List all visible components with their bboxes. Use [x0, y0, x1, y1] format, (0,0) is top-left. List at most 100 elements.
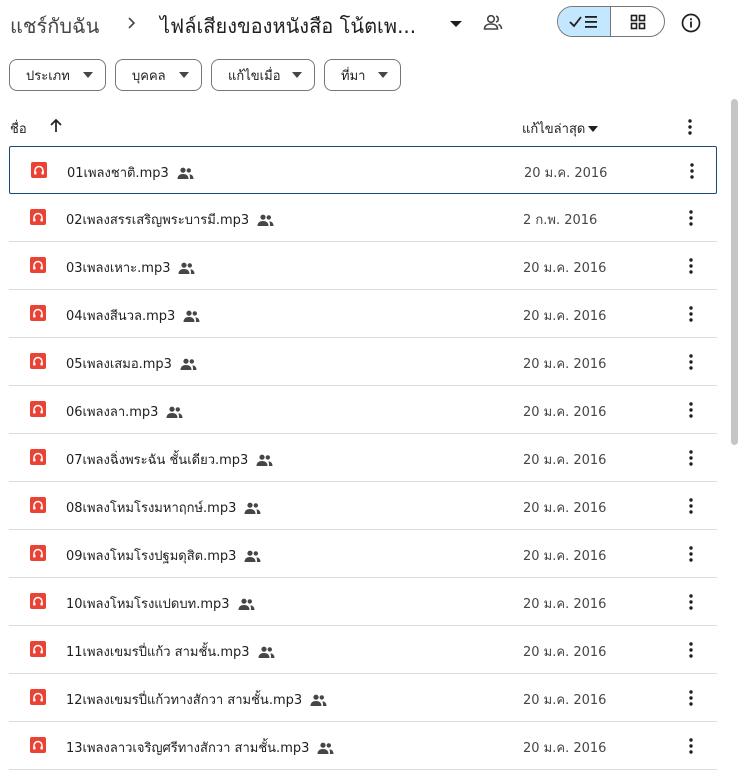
caret-down-icon — [292, 72, 302, 78]
file-row[interactable]: 07เพลงฉิ่งพระฉัน ชั้นเดียว.mp3 20 ม.ค. 20… — [9, 434, 717, 482]
file-name: 13เพลงลาวเจริญศรีทางสักวา สามชั้น.mp3 — [66, 741, 310, 756]
file-name-cell: 13เพลงลาวเจริญศรีทางสักวา สามชั้น.mp3 — [66, 737, 334, 758]
file-modified-date: 20 ม.ค. 2016 — [523, 501, 607, 516]
filter-people-chip[interactable]: บุคคล — [115, 59, 202, 91]
grid-view-button[interactable] — [611, 7, 664, 36]
column-header-name[interactable]: ชื่อ — [10, 118, 27, 139]
header: แชร์กับฉัน ไฟล์เสียงของหนังสือ โน้ตเพ... — [0, 0, 745, 50]
filter-source-chip[interactable]: ที่มา — [324, 59, 401, 91]
more-vert-icon[interactable] — [681, 255, 701, 277]
file-name-cell: 10เพลงโหมโรงแปดบท.mp3 — [66, 593, 255, 614]
file-name-cell: 11เพลงเขมรปี่แก้ว สามชั้น.mp3 — [66, 641, 275, 662]
audio-file-icon — [30, 305, 46, 321]
file-name: 12เพลงเขมรปี่แก้วทางสักวา สามชั้น.mp3 — [66, 693, 303, 708]
list-view-button[interactable] — [558, 7, 612, 36]
people-icon — [166, 406, 183, 418]
file-name: 02เพลงสรรเสริญพระบารมี.mp3 — [66, 213, 250, 228]
file-name: 10เพลงโหมโรงแปดบท.mp3 — [66, 597, 230, 612]
file-name: 09เพลงโหมโรงปฐมดุสิต.mp3 — [66, 549, 237, 564]
file-row[interactable]: 11เพลงเขมรปี่แก้ว สามชั้น.mp3 20 ม.ค. 201… — [9, 626, 717, 674]
file-modified-date: 20 ม.ค. 2016 — [523, 453, 607, 468]
file-row[interactable]: 04เพลงสีนวล.mp3 20 ม.ค. 2016 — [9, 290, 717, 338]
file-name-cell: 06เพลงลา.mp3 — [66, 401, 183, 422]
file-name: 01เพลงชาติ.mp3 — [67, 166, 169, 181]
caret-down-icon — [179, 72, 189, 78]
file-row[interactable]: 12เพลงเขมรปี่แก้วทางสักวา สามชั้น.mp3 20 … — [9, 674, 717, 722]
arrow-up-icon[interactable] — [46, 116, 66, 136]
file-row[interactable]: 01เพลงชาติ.mp3 20 ม.ค. 2016 — [9, 146, 717, 194]
filter-type-label: ประเภท — [26, 68, 70, 84]
file-name: 03เพลงเหาะ.mp3 — [66, 261, 171, 276]
more-vert-icon[interactable] — [681, 735, 701, 757]
file-row[interactable]: 03เพลงเหาะ.mp3 20 ม.ค. 2016 — [9, 242, 717, 290]
breadcrumb-current-folder[interactable]: ไฟล์เสียงของหนังสือ โน้ตเพ... — [160, 10, 416, 42]
more-vert-icon[interactable] — [681, 543, 701, 565]
column-header-modified[interactable]: แก้ไขล่าสุด — [522, 118, 599, 139]
audio-file-icon — [30, 593, 46, 609]
breadcrumb-shared-with-me[interactable]: แชร์กับฉัน — [8, 10, 101, 42]
check-list-icon — [569, 15, 597, 28]
file-modified-date: 2 ก.พ. 2016 — [523, 213, 598, 228]
file-modified-date: 20 ม.ค. 2016 — [523, 645, 607, 660]
filter-type-chip[interactable]: ประเภท — [9, 59, 106, 91]
caret-down-icon — [83, 72, 93, 78]
more-vert-icon[interactable] — [681, 351, 701, 373]
file-modified-date: 20 ม.ค. 2016 — [523, 261, 607, 276]
filter-modified-label: แก้ไขเมื่อ — [228, 68, 281, 84]
file-row[interactable]: 10เพลงโหมโรงแปดบท.mp3 20 ม.ค. 2016 — [9, 578, 717, 626]
filter-modified-chip[interactable]: แก้ไขเมื่อ — [211, 59, 315, 91]
people-icon — [310, 694, 327, 706]
more-vert-icon[interactable] — [680, 116, 700, 138]
audio-file-icon — [31, 162, 47, 178]
more-vert-icon[interactable] — [681, 447, 701, 469]
filter-source-label: ที่มา — [341, 68, 366, 84]
audio-file-icon — [30, 545, 46, 561]
file-modified-date: 20 ม.ค. 2016 — [523, 357, 607, 372]
audio-file-icon — [30, 449, 46, 465]
more-vert-icon[interactable] — [681, 687, 701, 709]
file-name-cell: 07เพลงฉิ่งพระฉัน ชั้นเดียว.mp3 — [66, 449, 273, 470]
more-vert-icon[interactable] — [682, 160, 702, 182]
more-vert-icon[interactable] — [681, 399, 701, 421]
more-vert-icon[interactable] — [681, 495, 701, 517]
file-row[interactable]: 13เพลงลาวเจริญศรีทางสักวา สามชั้น.mp3 20 … — [9, 722, 717, 770]
file-modified-date: 20 ม.ค. 2016 — [523, 549, 607, 564]
file-name-cell: 03เพลงเหาะ.mp3 — [66, 257, 195, 278]
file-name-cell: 05เพลงเสมอ.mp3 — [66, 353, 197, 374]
caret-down-icon[interactable] — [446, 12, 466, 34]
file-modified-date: 20 ม.ค. 2016 — [523, 741, 607, 756]
caret-down-icon — [378, 72, 388, 78]
view-toggle — [557, 6, 665, 37]
people-icon — [238, 598, 255, 610]
info-icon[interactable] — [679, 11, 703, 35]
file-modified-date: 20 ม.ค. 2016 — [524, 166, 608, 181]
people-icon — [256, 454, 273, 466]
people-icon — [183, 310, 200, 322]
file-row[interactable]: 08เพลงโหมโรงมหาฤกษ์.mp3 20 ม.ค. 2016 — [9, 482, 717, 530]
file-name-cell: 09เพลงโหมโรงปฐมดุสิต.mp3 — [66, 545, 261, 566]
people-icon[interactable] — [482, 12, 504, 34]
file-modified-date: 20 ม.ค. 2016 — [523, 597, 607, 612]
more-vert-icon[interactable] — [681, 639, 701, 661]
file-row[interactable]: 02เพลงสรรเสริญพระบารมี.mp3 2 ก.พ. 2016 — [9, 194, 717, 242]
file-row[interactable]: 09เพลงโหมโรงปฐมดุสิต.mp3 20 ม.ค. 2016 — [9, 530, 717, 578]
people-icon — [177, 167, 194, 179]
file-name: 07เพลงฉิ่งพระฉัน ชั้นเดียว.mp3 — [66, 453, 249, 468]
people-icon — [178, 262, 195, 274]
file-modified-date: 20 ม.ค. 2016 — [523, 693, 607, 708]
filter-people-label: บุคคล — [132, 68, 166, 84]
file-name-cell: 01เพลงชาติ.mp3 — [67, 162, 194, 183]
file-name: 05เพลงเสมอ.mp3 — [66, 357, 172, 372]
more-vert-icon[interactable] — [681, 207, 701, 229]
grid-icon — [630, 14, 645, 29]
file-name: 11เพลงเขมรปี่แก้ว สามชั้น.mp3 — [66, 645, 250, 660]
scrollbar-thumb[interactable] — [731, 99, 738, 445]
file-row[interactable]: 06เพลงลา.mp3 20 ม.ค. 2016 — [9, 386, 717, 434]
file-name-cell: 12เพลงเขมรปี่แก้วทางสักวา สามชั้น.mp3 — [66, 689, 327, 710]
people-icon — [244, 550, 261, 562]
more-vert-icon[interactable] — [681, 303, 701, 325]
file-list: 01เพลงชาติ.mp3 20 ม.ค. 2016 02เพลงสรรเสริญ… — [9, 146, 717, 770]
file-name: 08เพลงโหมโรงมหาฤกษ์.mp3 — [66, 501, 237, 516]
more-vert-icon[interactable] — [681, 591, 701, 613]
file-row[interactable]: 05เพลงเสมอ.mp3 20 ม.ค. 2016 — [9, 338, 717, 386]
